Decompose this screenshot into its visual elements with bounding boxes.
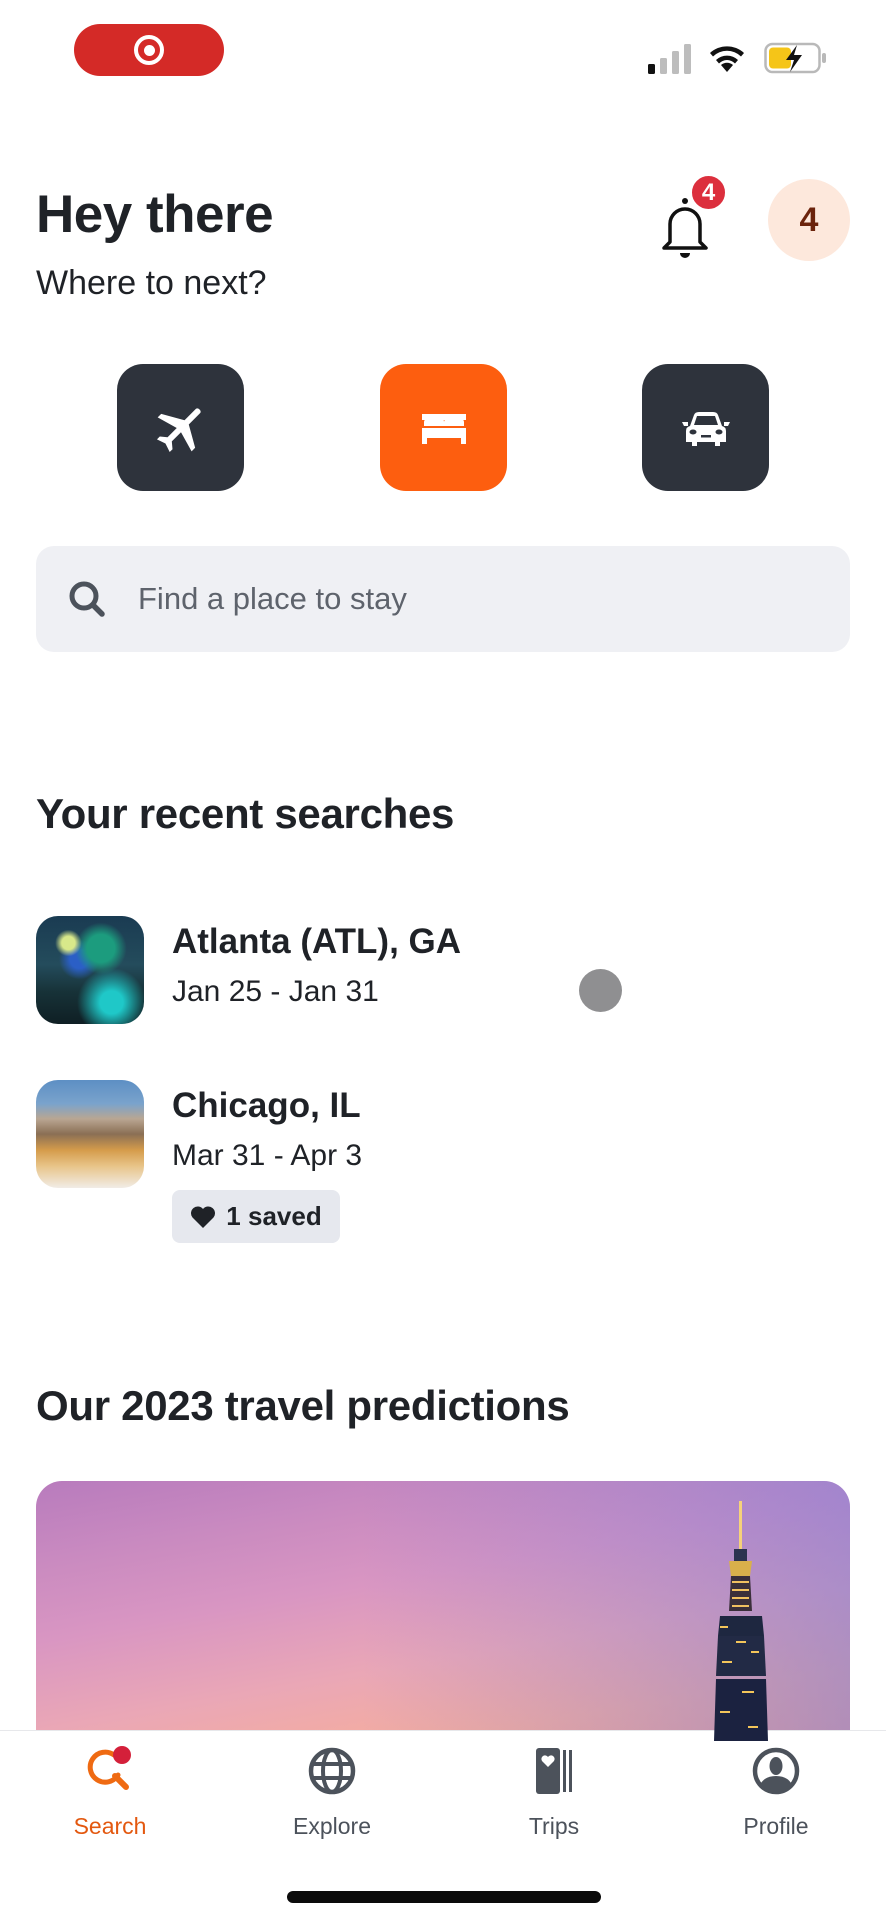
destination-search-input[interactable] — [138, 581, 818, 617]
tab-label: Search — [73, 1813, 147, 1839]
screen-recording-indicator[interactable] — [74, 24, 224, 76]
notifications-button[interactable]: 4 — [646, 168, 736, 268]
tab-label: Trips — [528, 1813, 580, 1839]
recent-search-item-chicago[interactable] — [36, 1080, 850, 1190]
atlanta-thumbnail — [36, 916, 144, 1024]
bed-icon — [421, 413, 466, 444]
saved-count-chip[interactable]: 1 saved — [172, 1190, 340, 1243]
greeting-title: Hey there — [36, 185, 274, 244]
tab-profile[interactable]: Profile — [696, 1745, 856, 1840]
battery-charging-icon — [764, 42, 826, 74]
recent-search-dates: Jan 25 - Jan 31 — [172, 975, 379, 1008]
search-icon — [87, 1746, 131, 1790]
screen-record-icon — [134, 35, 164, 65]
travel-predictions-banner[interactable] — [36, 1481, 850, 1741]
stays-category-button[interactable] — [380, 364, 507, 491]
recent-search-destination: Atlanta (ATL), GA — [172, 922, 462, 961]
plane-icon — [156, 407, 201, 452]
recent-searches-heading: Your recent searches — [36, 790, 455, 837]
globe-icon — [308, 1747, 356, 1795]
wifi-icon — [710, 46, 744, 72]
chicago-thumbnail — [36, 1080, 144, 1188]
avatar[interactable]: 4 — [768, 179, 850, 261]
trips-icon — [536, 1748, 572, 1794]
search-icon — [69, 581, 105, 617]
cars-category-button[interactable] — [642, 364, 769, 491]
tab-explore[interactable]: Explore — [252, 1745, 412, 1840]
tab-search[interactable]: Search — [30, 1745, 190, 1840]
recent-search-dates: Mar 31 - Apr 3 — [172, 1139, 363, 1172]
tab-label: Explore — [293, 1813, 371, 1839]
taipei-101-tower-image — [714, 1501, 768, 1741]
car-icon — [681, 411, 730, 446]
flights-category-button[interactable] — [117, 364, 244, 491]
recent-search-destination: Chicago, IL — [172, 1086, 361, 1125]
touch-indicator — [579, 969, 622, 1012]
home-indicator[interactable] — [287, 1891, 601, 1903]
tab-label: Profile — [743, 1813, 809, 1839]
bottom-tab-bar: Search Explore Trips Profile — [0, 1730, 886, 1920]
saved-count-label: 1 saved — [226, 1201, 322, 1231]
notification-count-badge: 4 — [690, 174, 727, 211]
greeting-subtitle: Where to next? — [36, 264, 267, 302]
search-bar[interactable] — [36, 546, 850, 652]
predictions-heading: Our 2023 travel predictions — [36, 1382, 570, 1429]
tab-trips[interactable]: Trips — [474, 1745, 634, 1840]
profile-icon — [752, 1747, 800, 1795]
heart-icon — [191, 1205, 216, 1228]
cellular-signal-icon — [648, 44, 691, 74]
